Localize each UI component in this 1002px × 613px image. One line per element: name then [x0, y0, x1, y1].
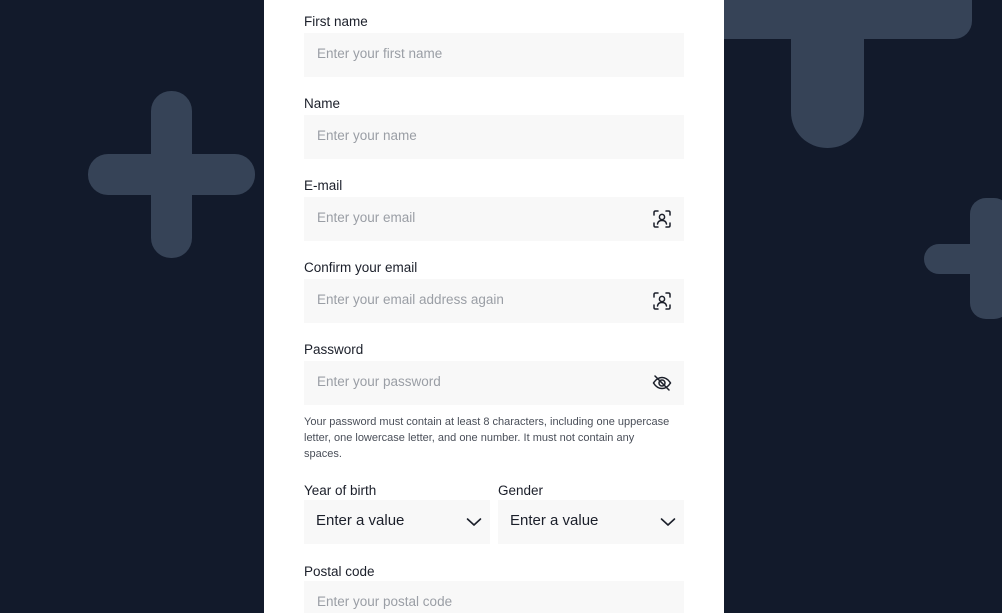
email-label: E-mail [304, 178, 343, 193]
year-of-birth-label: Year of birth [304, 483, 377, 498]
name-input[interactable]: Enter your name [304, 115, 684, 159]
plus-decoration [88, 154, 255, 195]
chevron-down-icon [660, 518, 676, 526]
year-of-birth-value: Enter a value [316, 512, 405, 529]
chevron-down-icon [466, 518, 482, 526]
first-name-field: First name Enter your first name [304, 12, 684, 78]
first-name-label: First name [304, 14, 368, 29]
gender-field: Gender Enter a value [498, 481, 684, 547]
name-field: Name Enter your name [304, 94, 684, 160]
password-field: Password Enter your password [304, 340, 684, 406]
eye-slash-icon[interactable] [652, 373, 672, 393]
first-name-placeholder: Enter your first name [317, 46, 443, 61]
plus-decoration [791, 0, 864, 148]
gender-select[interactable]: Enter a value [498, 500, 684, 544]
first-name-input[interactable]: Enter your first name [304, 33, 684, 77]
email-placeholder: Enter your email [317, 210, 416, 225]
confirm-email-placeholder: Enter your email address again [317, 292, 504, 307]
gender-value: Enter a value [510, 512, 599, 529]
password-placeholder: Enter your password [317, 374, 441, 389]
postal-code-label: Postal code [304, 564, 375, 579]
plus-decoration [924, 244, 1002, 274]
email-field: E-mail Enter your email [304, 176, 684, 242]
password-label: Password [304, 342, 364, 357]
name-placeholder: Enter your name [317, 128, 417, 143]
confirm-email-field: Confirm your email Enter your email addr… [304, 258, 684, 324]
contact-picker-icon[interactable] [652, 291, 672, 311]
confirm-email-input[interactable]: Enter your email address again [304, 279, 684, 323]
email-input[interactable]: Enter your email [304, 197, 684, 241]
postal-code-field: Postal code Enter your postal code [304, 562, 684, 613]
signup-form-panel: First name Enter your first name Name En… [264, 0, 724, 613]
year-of-birth-field: Year of birth Enter a value [304, 481, 490, 547]
year-of-birth-select[interactable]: Enter a value [304, 500, 490, 544]
gender-label: Gender [498, 483, 544, 498]
contact-picker-icon[interactable] [652, 209, 672, 229]
password-requirements-text: Your password must contain at least 8 ch… [304, 416, 670, 460]
confirm-email-label: Confirm your email [304, 260, 418, 275]
postal-code-input[interactable]: Enter your postal code [304, 581, 684, 613]
postal-code-placeholder: Enter your postal code [317, 594, 453, 609]
password-input[interactable]: Enter your password [304, 361, 684, 405]
name-label: Name [304, 96, 341, 111]
